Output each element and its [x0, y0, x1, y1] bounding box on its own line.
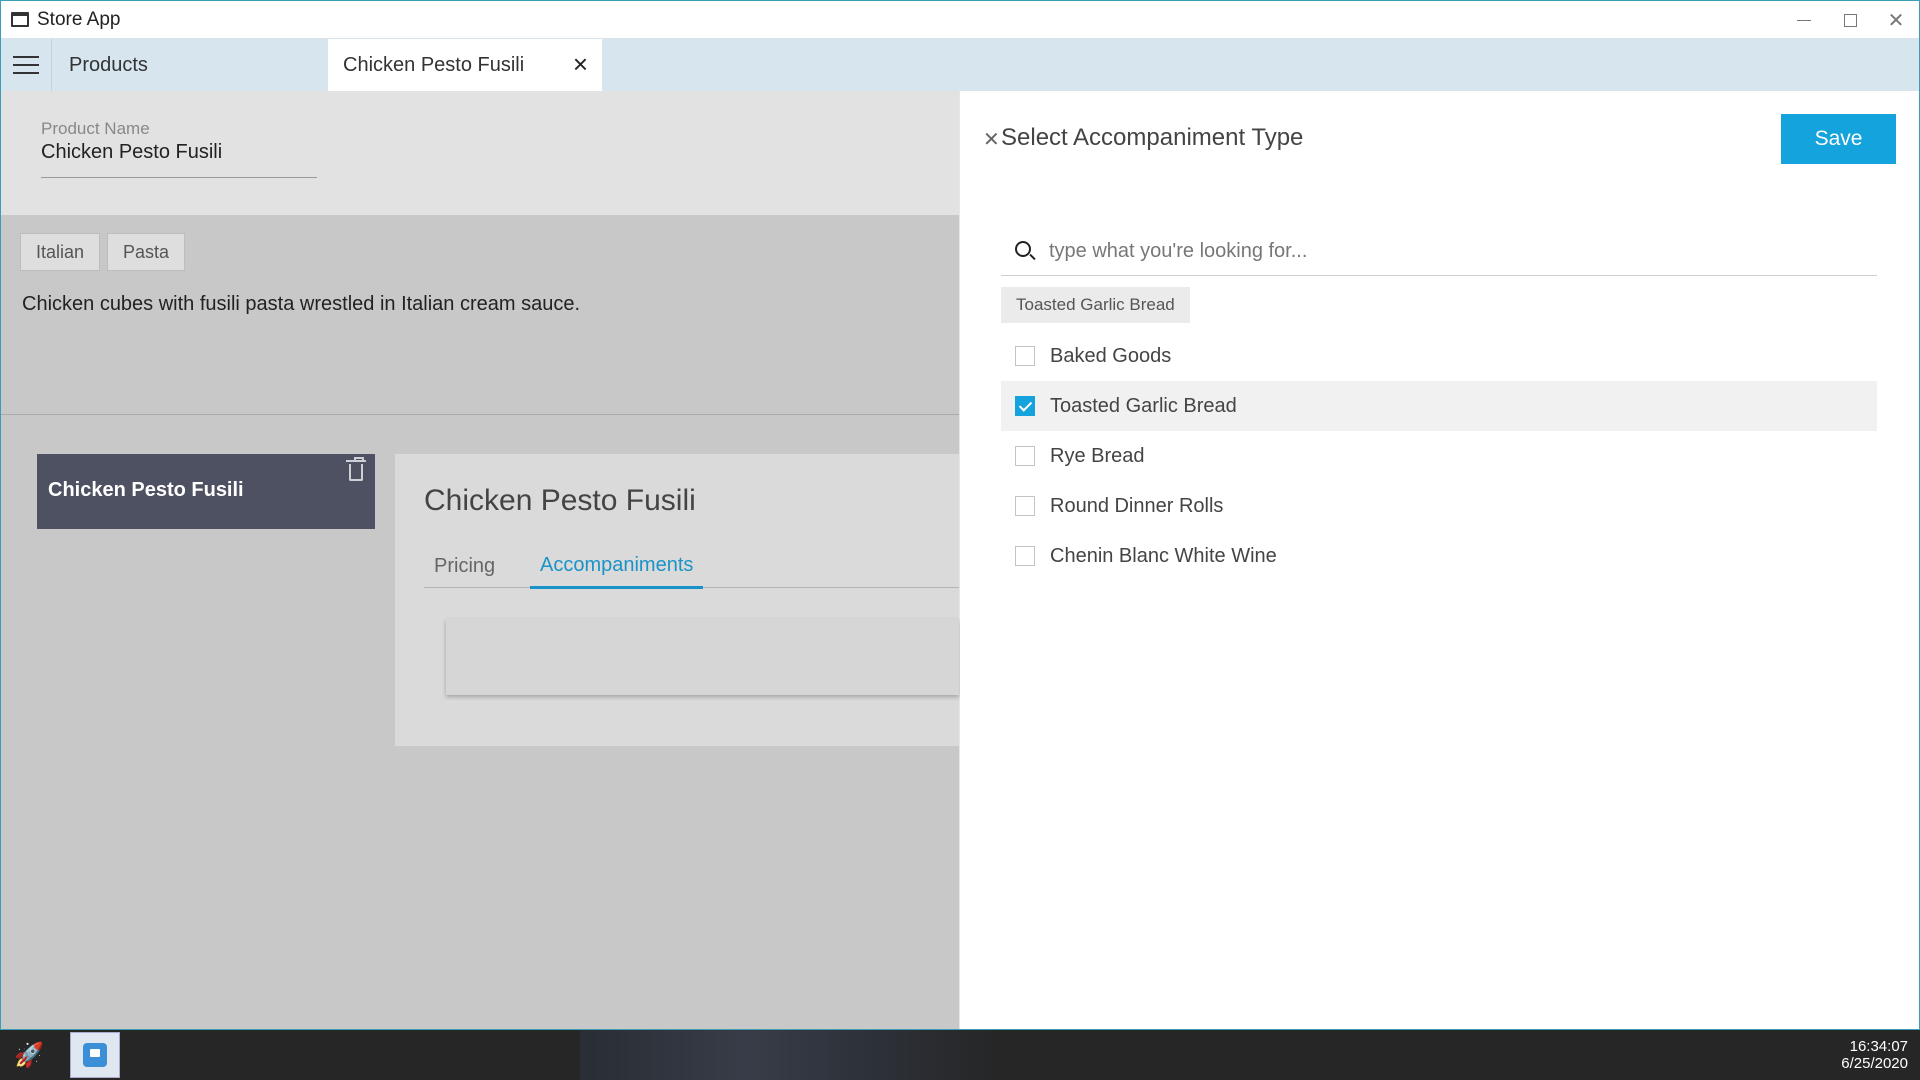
- taskbar: 🚀 16:34:07 6/25/2020: [0, 1030, 1920, 1080]
- accompaniment-panel: ✕ Select Accompaniment Type Save Toasted…: [960, 91, 1919, 1029]
- checkbox[interactable]: [1015, 496, 1035, 516]
- system-clock[interactable]: 16:34:07 6/25/2020: [1841, 1038, 1908, 1072]
- clock-date: 6/25/2020: [1841, 1055, 1908, 1072]
- option-label: Round Dinner Rolls: [1050, 494, 1224, 517]
- taskbar-app-store-app[interactable]: [70, 1032, 120, 1078]
- tab-chicken-pesto-fusili[interactable]: Chicken Pesto Fusili ×: [328, 39, 602, 91]
- product-editor: Product Name Chicken Pesto Fusili Italia…: [1, 91, 959, 1029]
- wallpaper-peek: [580, 1030, 1000, 1080]
- window-controls: ✕: [1781, 1, 1919, 39]
- checkbox[interactable]: [1015, 346, 1035, 366]
- checkbox[interactable]: [1015, 546, 1035, 566]
- option-label: Chenin Blanc White Wine: [1050, 544, 1277, 567]
- store-app-icon: [83, 1043, 107, 1067]
- panel-title: Select Accompaniment Type: [1001, 124, 1304, 151]
- save-button[interactable]: Save: [1781, 114, 1896, 164]
- clock-time: 16:34:07: [1849, 1038, 1908, 1055]
- list-item[interactable]: Toasted Garlic Bread: [1001, 381, 1877, 431]
- option-list: Baked Goods Toasted Garlic Bread Rye Bre…: [1001, 331, 1877, 581]
- detail-title: Chicken Pesto Fusili: [424, 484, 696, 517]
- hamburger-menu-icon[interactable]: [1, 39, 52, 91]
- detail-tabs: Pricing Accompaniments: [424, 544, 959, 589]
- accompaniments-content-box: [446, 619, 959, 695]
- checkbox[interactable]: [1015, 446, 1035, 466]
- list-item[interactable]: Rye Bread: [1001, 431, 1877, 481]
- window-title: Store App: [37, 8, 121, 30]
- option-label: Baked Goods: [1050, 344, 1172, 367]
- tab-accompaniments[interactable]: Accompaniments: [530, 544, 704, 589]
- tab-pricing[interactable]: Pricing: [434, 544, 495, 588]
- panel-close-icon[interactable]: ✕: [983, 127, 1000, 152]
- minimize-button[interactable]: [1781, 1, 1827, 39]
- window-icon: [11, 12, 29, 27]
- field-underline: [41, 177, 317, 178]
- product-name-field[interactable]: Chicken Pesto Fusili: [41, 141, 222, 164]
- tab-close-icon[interactable]: ×: [573, 51, 588, 77]
- app-window: Store App ✕ Products Chicken Pesto Fusil…: [0, 0, 1920, 1030]
- search-bar: [1001, 226, 1877, 276]
- selected-chip[interactable]: Toasted Garlic Bread: [1001, 287, 1190, 323]
- product-name-panel: Product Name Chicken Pesto Fusili: [1, 91, 959, 215]
- list-item[interactable]: Round Dinner Rolls: [1001, 481, 1877, 531]
- list-item[interactable]: Baked Goods: [1001, 331, 1877, 381]
- search-icon: [1015, 241, 1031, 257]
- search-input[interactable]: [1049, 236, 1849, 266]
- option-label: Rye Bread: [1050, 444, 1145, 467]
- tag-pasta[interactable]: Pasta: [107, 233, 186, 271]
- tab-label: Chicken Pesto Fusili: [343, 53, 525, 76]
- title-bar: Store App ✕: [1, 1, 1919, 39]
- list-item[interactable]: Chenin Blanc White Wine: [1001, 531, 1877, 581]
- variant-card[interactable]: Chicken Pesto Fusili: [37, 454, 375, 529]
- checkbox-checked[interactable]: [1015, 396, 1035, 416]
- close-icon: ✕: [1887, 9, 1905, 32]
- maximize-button[interactable]: [1827, 1, 1873, 39]
- trash-icon[interactable]: [346, 457, 366, 481]
- window-close-button[interactable]: ✕: [1873, 1, 1919, 39]
- minimize-icon: [1797, 19, 1811, 21]
- variant-name: Chicken Pesto Fusili: [48, 479, 244, 501]
- product-name-label: Product Name: [41, 119, 150, 138]
- variant-detail-panel: Chicken Pesto Fusili Pricing Accompanime…: [395, 454, 959, 746]
- option-label: Toasted Garlic Bread: [1050, 394, 1237, 417]
- description-panel: Italian Pasta Chicken cubes with fusili …: [1, 215, 959, 415]
- product-description: Chicken cubes with fusili pasta wrestled…: [22, 293, 581, 315]
- tab-bar: Products Chicken Pesto Fusili ×: [1, 39, 1919, 91]
- tab-products[interactable]: Products: [52, 39, 328, 91]
- tag-italian[interactable]: Italian: [20, 233, 101, 271]
- maximize-icon: [1843, 13, 1857, 27]
- rocket-icon[interactable]: 🚀: [14, 1040, 44, 1070]
